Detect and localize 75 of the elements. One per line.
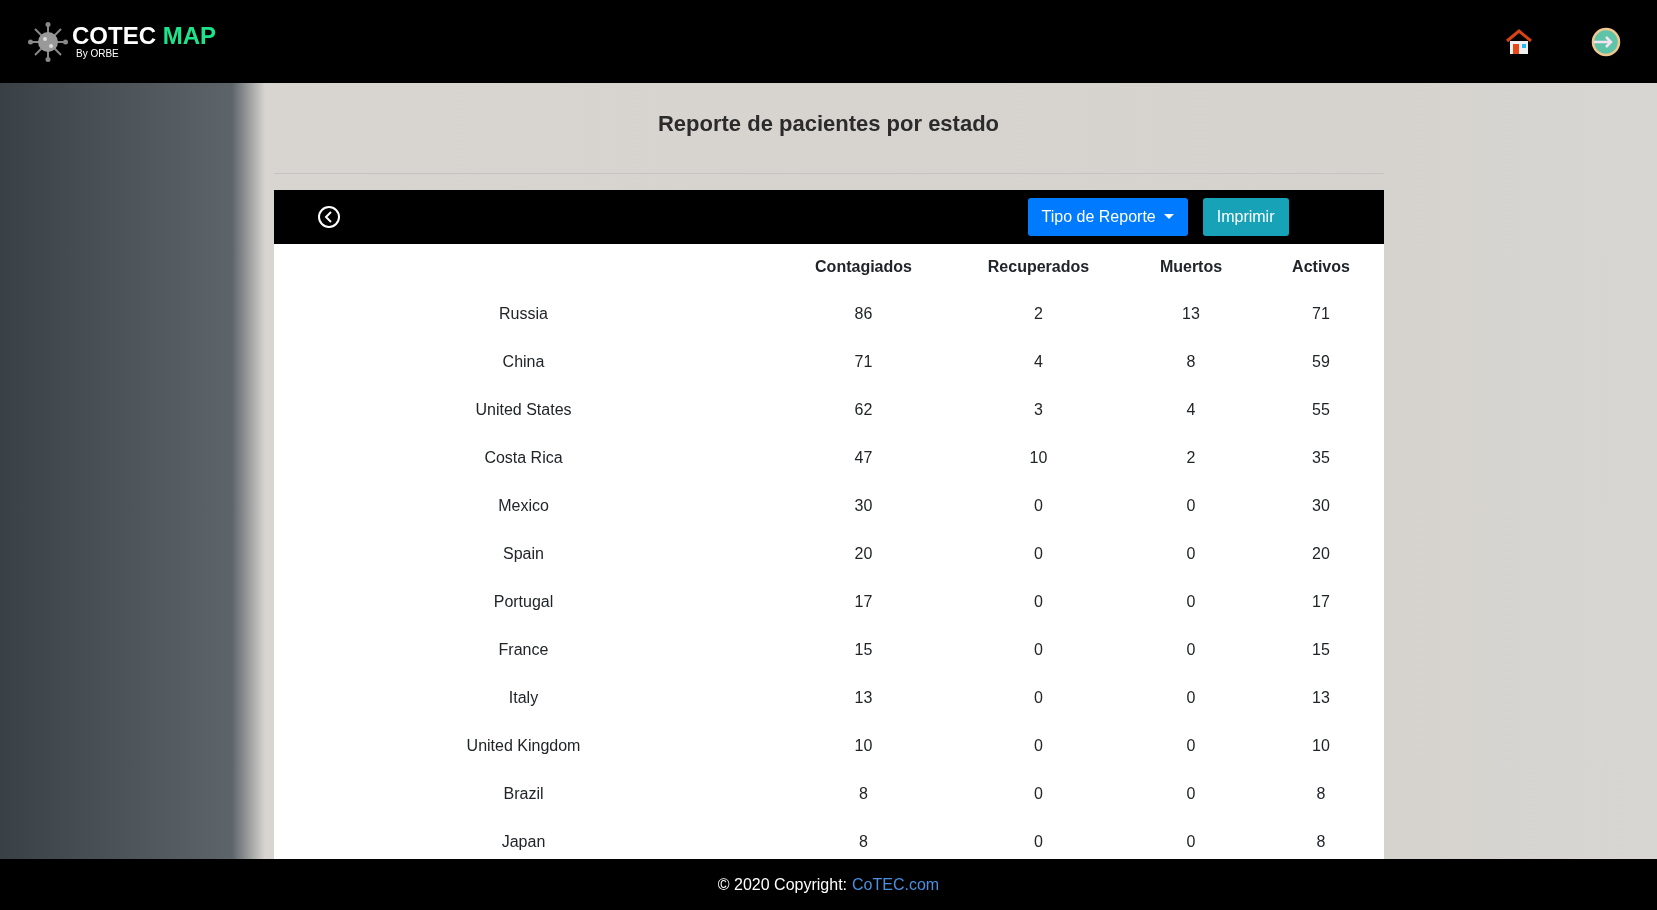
- country-cell: Japan: [501, 833, 546, 850]
- table-cell: 8: [859, 833, 868, 850]
- country-cell: United Kingdom: [466, 737, 581, 754]
- brand-name: COTEC MAP: [72, 24, 216, 48]
- table-cell: 10: [1029, 449, 1048, 466]
- table-cell: 0: [1034, 497, 1043, 514]
- table-cell: 47: [854, 449, 873, 466]
- table-cell: 8: [1186, 353, 1196, 370]
- table-cell: 0: [1034, 785, 1043, 802]
- table-cell: 0: [1186, 497, 1196, 514]
- country-cell: Italy: [508, 689, 539, 706]
- table-cell: 62: [854, 401, 873, 418]
- country-cell: Brazil: [503, 785, 544, 802]
- table-cell: 15: [854, 641, 873, 658]
- table-cell: 0: [1034, 545, 1043, 562]
- table-cell: 13: [1312, 689, 1330, 706]
- column-header: Muertos: [1158, 257, 1224, 277]
- table-cell: 30: [1312, 497, 1330, 514]
- country-cell: Spain: [503, 545, 544, 562]
- country-cell: Portugal: [493, 593, 554, 610]
- report-type-dropdown[interactable]: Tipo de Reporte: [1027, 198, 1188, 236]
- home-icon[interactable]: [1505, 28, 1533, 55]
- table-cell: 0: [1034, 641, 1043, 658]
- column-header: Recuperados: [986, 257, 1091, 277]
- copyright-text: © 2020 Copyright:: [717, 875, 848, 894]
- table-cell: 2: [1034, 305, 1043, 322]
- country-cell: Russia: [499, 305, 548, 322]
- table-cell: 30: [854, 497, 873, 514]
- table-cell: 20: [1312, 545, 1330, 562]
- table-cell: 2: [1186, 449, 1196, 466]
- table-cell: 8: [859, 785, 868, 802]
- column-header: Contagiados: [814, 257, 913, 277]
- table-cell: 0: [1186, 737, 1196, 754]
- table-cell: 3: [1034, 401, 1043, 418]
- table-cell: 17: [854, 593, 873, 610]
- logout-icon[interactable]: [1591, 26, 1621, 57]
- table-cell: 35: [1312, 449, 1330, 466]
- country-cell: France: [498, 641, 549, 658]
- brand-byline: By ORBE: [76, 48, 120, 59]
- page-title: Reporte de pacientes por estado: [657, 111, 1000, 137]
- country-cell: Mexico: [498, 497, 549, 514]
- table-cell: 0: [1186, 785, 1196, 802]
- back-icon[interactable]: [316, 205, 341, 229]
- table-cell: 0: [1186, 689, 1196, 706]
- table-cell: 71: [1312, 305, 1330, 322]
- country-cell: Costa Rica: [484, 449, 563, 466]
- table-cell: 0: [1186, 641, 1196, 658]
- table-cell: 10: [854, 737, 873, 754]
- footer-link[interactable]: CoTEC.com: [852, 875, 940, 894]
- table-cell: 55: [1312, 401, 1330, 418]
- table-cell: 4: [1186, 401, 1196, 418]
- table-cell: 59: [1312, 353, 1330, 370]
- table-cell: 13: [1182, 305, 1200, 322]
- table-cell: 10: [1312, 737, 1330, 754]
- print-button[interactable]: Imprimir: [1202, 198, 1289, 236]
- table-cell: 17: [1312, 593, 1330, 610]
- table-cell: 8: [1316, 833, 1326, 850]
- table-cell: 71: [854, 353, 873, 370]
- table-cell: 0: [1186, 833, 1196, 850]
- table-cell: 13: [854, 689, 873, 706]
- table-cell: 8: [1316, 785, 1326, 802]
- table-cell: 0: [1186, 545, 1196, 562]
- table-cell: 86: [854, 305, 873, 322]
- table-cell: 20: [854, 545, 873, 562]
- table-cell: 4: [1034, 353, 1043, 370]
- virus-logo-icon: [28, 21, 68, 62]
- table-cell: 0: [1034, 833, 1043, 850]
- table-cell: 0: [1034, 593, 1043, 610]
- table-cell: 0: [1186, 593, 1196, 610]
- table-cell: 0: [1034, 689, 1043, 706]
- table-cell: 0: [1034, 737, 1043, 754]
- country-cell: United States: [475, 401, 572, 418]
- country-cell: China: [502, 353, 545, 370]
- table-cell: 15: [1312, 641, 1330, 658]
- column-header: Activos: [1291, 257, 1351, 277]
